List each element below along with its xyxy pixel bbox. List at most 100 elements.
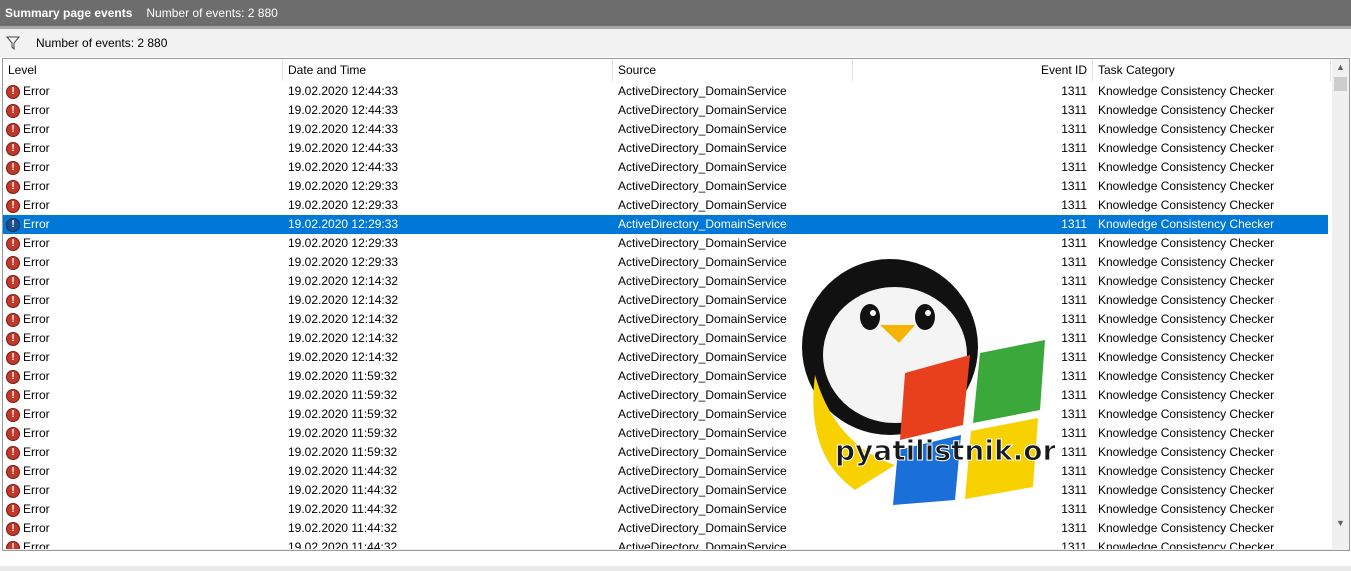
date-cell: 19.02.2020 12:14:32 [288, 350, 399, 364]
scroll-right-arrow-icon[interactable]: › [1315, 549, 1332, 550]
table-row[interactable]: ! Error 19.02.2020 12:14:32 ActiveDirectory… [3, 310, 1328, 329]
source-cell: ActiveDirectory_DomainService [618, 84, 787, 98]
date-cell: 19.02.2020 12:44:33 [288, 160, 399, 174]
source-cell: ActiveDirectory_DomainService [618, 141, 787, 155]
table-row[interactable]: ! Error 19.02.2020 12:29:33 ActiveDirectory… [3, 253, 1328, 272]
source-cell: ActiveDirectory_DomainService [618, 217, 787, 231]
level-text: Error [23, 274, 50, 288]
level-text: Error [23, 84, 50, 98]
level-cell: ! Error [6, 158, 276, 177]
level-text: Error [23, 217, 50, 231]
level-text: Error [23, 369, 50, 383]
error-icon: ! [6, 236, 20, 251]
horizontal-scrollbar[interactable]: ‹ › [3, 549, 1349, 550]
event-id-cell: 1311 [1061, 122, 1087, 136]
date-cell: 19.02.2020 12:14:32 [288, 274, 399, 288]
date-cell: 19.02.2020 12:29:33 [288, 255, 399, 269]
table-row[interactable]: ! Error 19.02.2020 12:14:32 ActiveDirectory… [3, 348, 1328, 367]
table-row[interactable]: ! Error 19.02.2020 12:14:32 ActiveDirectory… [3, 291, 1328, 310]
error-icon: ! [6, 369, 20, 384]
task-category-cell: Knowledge Consistency Checker [1098, 84, 1275, 98]
title-bar: Summary page events Number of events: 2 … [0, 0, 1351, 26]
level-text: Error [23, 122, 50, 136]
level-text: Error [23, 331, 50, 345]
table-row[interactable]: ! Error 19.02.2020 12:44:33 ActiveDirectory… [3, 139, 1328, 158]
level-text: Error [23, 388, 50, 402]
table-row[interactable]: ! Error 19.02.2020 12:44:33 ActiveDirectory… [3, 120, 1328, 139]
error-icon: ! [6, 445, 20, 460]
table-row[interactable]: ! Error 19.02.2020 12:29:33 ActiveDirectory… [3, 234, 1328, 253]
level-cell: ! Error [6, 519, 276, 538]
source-cell: ActiveDirectory_DomainService [618, 122, 787, 136]
table-row[interactable]: ! Error 19.02.2020 12:29:33 ActiveDirectory… [3, 215, 1328, 234]
filter-icon[interactable] [4, 34, 22, 52]
table-row[interactable]: ! Error 19.02.2020 11:59:32 ActiveDirectory… [3, 443, 1328, 462]
event-id-cell: 1311 [1061, 521, 1087, 535]
table-row[interactable]: ! Error 19.02.2020 11:59:32 ActiveDirectory… [3, 424, 1328, 443]
date-cell: 19.02.2020 11:44:32 [288, 464, 398, 478]
table-row[interactable]: ! Error 19.02.2020 11:59:32 ActiveDirectory… [3, 386, 1328, 405]
table-row[interactable]: ! Error 19.02.2020 11:59:32 ActiveDirectory… [3, 405, 1328, 424]
events-table[interactable]: Level Date and Time Source Event ID Task… [2, 58, 1350, 551]
date-cell: 19.02.2020 11:44:32 [288, 483, 398, 497]
watermark-text: pyatilistnik.org [835, 434, 1055, 467]
error-icon: ! [6, 464, 20, 479]
table-row[interactable]: ! Error 19.02.2020 11:59:32 ActiveDirectory… [3, 367, 1328, 386]
table-row[interactable]: ! Error 19.02.2020 11:44:32 ActiveDirectory… [3, 462, 1328, 481]
task-category-cell: Knowledge Consistency Checker [1098, 293, 1275, 307]
date-cell: 19.02.2020 11:44:32 [288, 521, 398, 535]
scroll-up-arrow-icon[interactable]: ▲ [1332, 59, 1349, 76]
level-cell: ! Error [6, 139, 276, 158]
vertical-scrollbar[interactable]: ▲ ▼ [1332, 59, 1349, 550]
error-icon: ! [6, 84, 20, 99]
table-row[interactable]: ! Error 19.02.2020 12:29:33 ActiveDirectory… [3, 177, 1328, 196]
column-header-task-category[interactable]: Task Category [1093, 59, 1331, 81]
date-cell: 19.02.2020 11:59:32 [288, 426, 398, 440]
scroll-left-arrow-icon[interactable]: ‹ [3, 549, 20, 550]
date-cell: 19.02.2020 12:29:33 [288, 179, 399, 193]
table-row[interactable]: ! Error 19.02.2020 12:44:33 ActiveDirectory… [3, 82, 1328, 101]
task-category-cell: Knowledge Consistency Checker [1098, 350, 1275, 364]
table-row[interactable]: ! Error 19.02.2020 12:44:33 ActiveDirectory… [3, 158, 1328, 177]
task-category-cell: Knowledge Consistency Checker [1098, 483, 1275, 497]
error-icon: ! [6, 198, 20, 213]
date-cell: 19.02.2020 12:14:32 [288, 293, 399, 307]
task-category-cell: Knowledge Consistency Checker [1098, 521, 1275, 535]
table-row[interactable]: ! Error 19.02.2020 12:14:32 ActiveDirectory… [3, 329, 1328, 348]
column-header-date[interactable]: Date and Time [283, 59, 613, 81]
task-category-cell: Knowledge Consistency Checker [1098, 179, 1275, 193]
level-cell: ! Error [6, 82, 276, 101]
level-cell: ! Error [6, 329, 276, 348]
task-category-cell: Knowledge Consistency Checker [1098, 502, 1275, 516]
source-cell: ActiveDirectory_DomainService [618, 103, 787, 117]
table-row[interactable]: ! Error 19.02.2020 12:29:33 ActiveDirectory… [3, 196, 1328, 215]
table-row[interactable]: ! Error 19.02.2020 12:14:32 ActiveDirectory… [3, 272, 1328, 291]
column-header-level[interactable]: Level [3, 59, 283, 81]
source-cell: ActiveDirectory_DomainService [618, 160, 787, 174]
level-text: Error [23, 521, 50, 535]
source-cell: ActiveDirectory_DomainService [618, 521, 787, 535]
level-text: Error [23, 179, 50, 193]
task-category-cell: Knowledge Consistency Checker [1098, 122, 1275, 136]
column-header-source[interactable]: Source [613, 59, 853, 81]
table-row[interactable]: ! Error 19.02.2020 11:44:32 ActiveDirectory… [3, 500, 1328, 519]
level-cell: ! Error [6, 424, 276, 443]
column-header-event-id[interactable]: Event ID [853, 59, 1093, 81]
level-cell: ! Error [6, 462, 276, 481]
task-category-cell: Knowledge Consistency Checker [1098, 369, 1275, 383]
scroll-down-arrow-icon[interactable]: ▼ [1332, 515, 1349, 532]
level-text: Error [23, 350, 50, 364]
level-cell: ! Error [6, 196, 276, 215]
vertical-scroll-thumb[interactable] [1334, 77, 1347, 91]
level-text: Error [23, 293, 50, 307]
event-id-cell: 1311 [1061, 236, 1087, 250]
table-row[interactable]: ! Error 19.02.2020 12:44:33 ActiveDirectory… [3, 101, 1328, 120]
error-icon: ! [6, 217, 20, 232]
level-cell: ! Error [6, 500, 276, 519]
table-row[interactable]: ! Error 19.02.2020 11:44:32 ActiveDirectory… [3, 519, 1328, 538]
level-text: Error [23, 483, 50, 497]
level-text: Error [23, 198, 50, 212]
date-cell: 19.02.2020 12:44:33 [288, 103, 399, 117]
table-row[interactable]: ! Error 19.02.2020 11:44:32 ActiveDirectory… [3, 481, 1328, 500]
level-cell: ! Error [6, 272, 276, 291]
